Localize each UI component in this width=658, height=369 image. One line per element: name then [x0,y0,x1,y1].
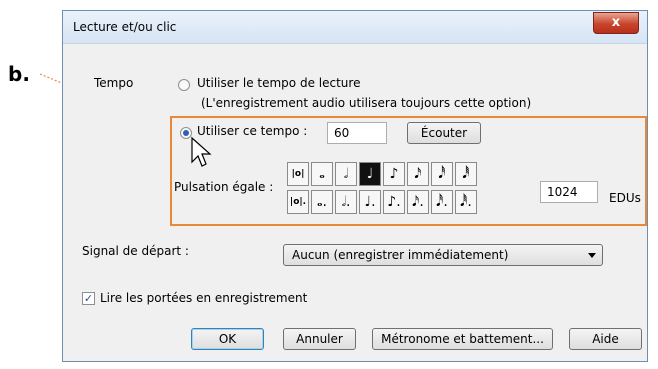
mouse-cursor-icon [191,136,212,167]
note-breve-button[interactable]: |o| [287,162,309,186]
radio-playback-tempo[interactable] [178,79,190,91]
start-signal-dropdown[interactable]: Aucun (enregistrer immédiatement) [283,244,603,266]
note-half-button[interactable]: 𝅗𝅥 [335,162,357,186]
start-signal-label: Signal de départ : [82,244,189,258]
close-button[interactable]: x [593,12,639,34]
note-dotted-thirty-second-button[interactable]: 𝅘𝅥𝅰. [431,190,453,214]
note-thirty-second-button[interactable]: 𝅘𝅥𝅰 [431,162,453,186]
playback-tempo-note: (L'enregistrement audio utilisera toujou… [201,96,532,110]
note-sixteenth-button[interactable]: 𝅘𝅥𝅯 [407,162,429,186]
note-dotted-sixty-fourth-button[interactable]: 𝅘𝅥𝅱. [455,190,477,214]
cancel-button[interactable]: Annuler [283,328,356,350]
chevron-down-icon [588,253,596,258]
note-quarter-button[interactable]: ♩ [359,162,381,186]
start-signal-value: Aucun (enregistrer immédiatement) [292,248,509,262]
note-sixty-fourth-button[interactable]: 𝅘𝅥𝅱 [455,162,477,186]
note-dotted-sixteenth-button[interactable]: 𝅘𝅥𝅯. [407,190,429,214]
title-bar: Lecture et/ou clic x [63,11,647,44]
note-dotted-breve-button[interactable]: |o|. [287,190,309,214]
note-dotted-whole-button[interactable]: 𝅝. [311,190,333,214]
tempo-input[interactable]: 60 [327,122,387,144]
window-title: Lecture et/ou clic [73,20,177,34]
edu-unit-label: EDUs [609,191,641,205]
edu-input[interactable]: 1024 [540,181,598,203]
read-staves-checkbox[interactable]: ✓ [82,292,95,305]
radio-playback-tempo-label[interactable]: Utiliser le tempo de lecture [197,76,360,90]
metronome-button[interactable]: Métronome et battement... [372,328,553,350]
note-dotted-quarter-button[interactable]: ♩. [359,190,381,214]
note-dotted-eighth-button[interactable]: ♪. [383,190,405,214]
read-staves-label[interactable]: Lire les portées en enregistrement [100,291,307,305]
note-whole-button[interactable]: 𝅝 [311,162,333,186]
help-button[interactable]: Aide [569,328,642,350]
ok-button[interactable]: OK [191,328,264,350]
listen-button[interactable]: Écouter [407,122,481,144]
tempo-label: Tempo [94,76,134,90]
note-eighth-button[interactable]: ♪ [383,162,405,186]
beat-label: Pulsation égale : [174,180,274,194]
note-dotted-half-button[interactable]: 𝅗𝅥. [335,190,357,214]
